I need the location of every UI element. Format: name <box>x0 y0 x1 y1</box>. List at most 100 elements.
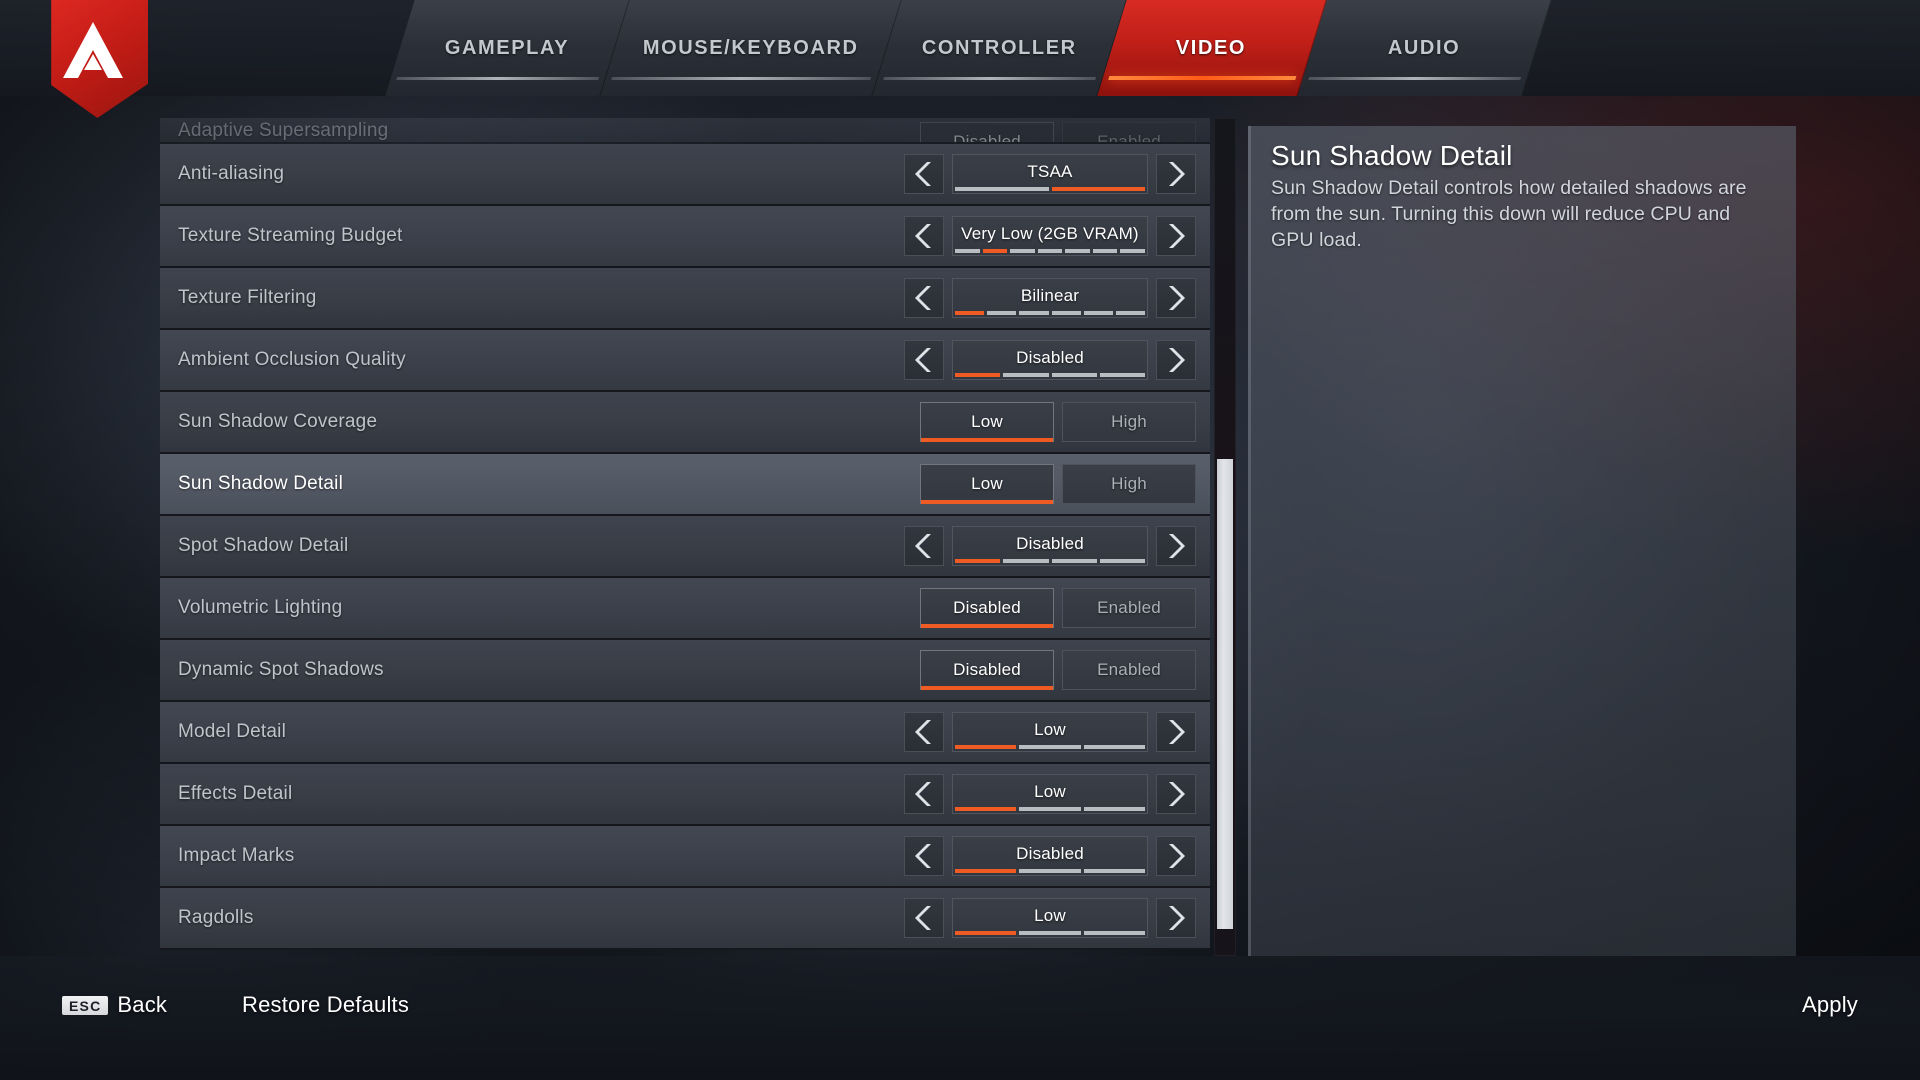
setting-value-field[interactable]: Disabled <box>952 340 1148 380</box>
setting-label: Sun Shadow Detail <box>178 473 344 494</box>
chevron-right-icon[interactable] <box>1156 836 1196 876</box>
setting-label: Ambient Occlusion Quality <box>178 349 406 370</box>
setting-toggle-group: Disabled Enabled <box>920 650 1196 690</box>
level-segment <box>1065 249 1090 253</box>
settings-row[interactable]: Anti-aliasing TSAA <box>160 144 1210 206</box>
level-segment <box>955 187 1049 191</box>
level-segment <box>955 249 980 253</box>
setting-value-field[interactable]: Very Low (2GB VRAM) <box>952 216 1148 256</box>
toggle-option[interactable]: Disabled <box>920 122 1054 142</box>
tab-gameplay[interactable]: GAMEPLAY <box>385 0 630 96</box>
setting-value-field[interactable]: Disabled <box>952 836 1148 876</box>
chevron-left-icon[interactable] <box>904 774 944 814</box>
setting-label: Spot Shadow Detail <box>178 535 349 556</box>
toggle-option[interactable]: Enabled <box>1062 650 1196 690</box>
setting-control: Disabled <box>904 526 1196 566</box>
settings-row[interactable]: Sun Shadow Coverage Low High <box>160 392 1210 454</box>
apply-button[interactable]: Apply <box>1802 992 1858 1018</box>
toggle-option-label: Disabled <box>953 660 1021 679</box>
level-segment <box>982 249 1008 253</box>
toggle-option[interactable]: High <box>1062 464 1196 504</box>
level-segment <box>1037 249 1063 253</box>
chevron-right-icon[interactable] <box>1156 898 1196 938</box>
chevron-left-icon[interactable] <box>904 836 944 876</box>
settings-row[interactable]: Adaptive Supersampling Disabled Enabled <box>160 118 1210 144</box>
chevron-right-icon[interactable] <box>1156 774 1196 814</box>
setting-value-field[interactable]: Low <box>952 898 1148 938</box>
settings-row[interactable]: Impact Marks Disabled <box>160 826 1210 888</box>
setting-label: Impact Marks <box>178 845 295 866</box>
settings-row[interactable]: Texture Streaming Budget Very Low (2GB VR… <box>160 206 1210 268</box>
toggle-option[interactable]: Disabled <box>920 650 1054 690</box>
scrollbar-thumb[interactable] <box>1217 459 1233 929</box>
chevron-left-icon[interactable] <box>904 898 944 938</box>
chevron-left-icon[interactable] <box>904 278 944 318</box>
chevron-right-icon[interactable] <box>1156 154 1196 194</box>
tab-label: VIDEO <box>1176 36 1247 59</box>
settings-row[interactable]: Ambient Occlusion Quality Disabled <box>160 330 1210 392</box>
setting-value-field[interactable]: Low <box>952 712 1148 752</box>
chevron-right-icon[interactable] <box>1156 712 1196 752</box>
settings-row[interactable]: Effects Detail Low <box>160 764 1210 826</box>
toggle-option[interactable]: Low <box>920 402 1054 442</box>
settings-scrollbar[interactable] <box>1214 118 1236 956</box>
level-segment <box>1003 373 1049 377</box>
level-segment <box>1099 373 1145 377</box>
setting-label: Anti-aliasing <box>178 163 285 184</box>
setting-toggle-group: Disabled Enabled <box>920 122 1196 142</box>
chevron-right-icon[interactable] <box>1156 340 1196 380</box>
settings-row[interactable]: Ragdolls Low <box>160 888 1210 950</box>
tab-label: CONTROLLER <box>921 36 1077 59</box>
setting-value-field[interactable]: Low <box>952 774 1148 814</box>
toggle-option[interactable]: Low <box>920 464 1054 504</box>
settings-row[interactable]: Sun Shadow Detail Low High <box>160 454 1210 516</box>
setting-control: Very Low (2GB VRAM) <box>904 216 1196 256</box>
chevron-left-icon[interactable] <box>904 340 944 380</box>
toggle-option[interactable]: High <box>1062 402 1196 442</box>
description-title: Sun Shadow Detail <box>1271 140 1513 171</box>
toggle-option-label: Low <box>971 412 1003 431</box>
setting-value-text: TSAA <box>1027 161 1073 181</box>
settings-row[interactable]: Texture Filtering Bilinear <box>160 268 1210 330</box>
chevron-right-icon[interactable] <box>1156 526 1196 566</box>
level-segment <box>1019 311 1049 315</box>
level-segment <box>1120 249 1146 253</box>
tab-video[interactable]: VIDEO <box>1097 0 1327 96</box>
restore-defaults-label: Restore Defaults <box>242 992 410 1017</box>
level-segment <box>955 869 1017 873</box>
setting-control: Disabled Enabled <box>920 122 1196 142</box>
toggle-option[interactable]: Enabled <box>1062 588 1196 628</box>
tab-mouse-keyboard[interactable]: MOUSE/KEYBOARD <box>600 0 902 96</box>
setting-value-field[interactable]: Disabled <box>952 526 1148 566</box>
toggle-option[interactable]: Disabled <box>920 588 1054 628</box>
settings-row[interactable]: Spot Shadow Detail Disabled <box>160 516 1210 578</box>
toggle-option-label: Enabled <box>1097 598 1161 617</box>
back-button[interactable]: ESC Back <box>62 992 167 1018</box>
settings-row[interactable]: Volumetric Lighting Disabled Enabled <box>160 578 1210 640</box>
toggle-option-label: High <box>1111 474 1147 493</box>
restore-defaults-button[interactable]: Restore Defaults <box>242 992 409 1018</box>
chevron-left-icon[interactable] <box>904 154 944 194</box>
setting-value-text: Low <box>1034 781 1066 801</box>
setting-control: Low High <box>920 464 1196 504</box>
setting-control: Low <box>904 774 1196 814</box>
chevron-right-icon[interactable] <box>1156 278 1196 318</box>
tab-controller[interactable]: CONTROLLER <box>872 0 1127 96</box>
chevron-left-icon[interactable] <box>904 216 944 256</box>
level-segment <box>955 559 1001 563</box>
chevron-right-icon[interactable] <box>1156 216 1196 256</box>
setting-value-field[interactable]: TSAA <box>952 154 1148 194</box>
level-segment <box>1051 559 1097 563</box>
level-segment <box>955 311 985 315</box>
tab-audio[interactable]: AUDIO <box>1297 0 1552 96</box>
settings-row[interactable]: Model Detail Low <box>160 702 1210 764</box>
setting-description-panel: Sun Shadow Detail Sun Shadow Detail cont… <box>1248 126 1796 956</box>
setting-value-text: Disabled <box>1016 347 1084 367</box>
toggle-option[interactable]: Enabled <box>1062 122 1196 142</box>
chevron-left-icon[interactable] <box>904 712 944 752</box>
settings-row[interactable]: Dynamic Spot Shadows Disabled Enabled <box>160 640 1210 702</box>
level-segment <box>1099 559 1145 563</box>
apex-legends-logo <box>38 0 148 118</box>
chevron-left-icon[interactable] <box>904 526 944 566</box>
setting-value-field[interactable]: Bilinear <box>952 278 1148 318</box>
